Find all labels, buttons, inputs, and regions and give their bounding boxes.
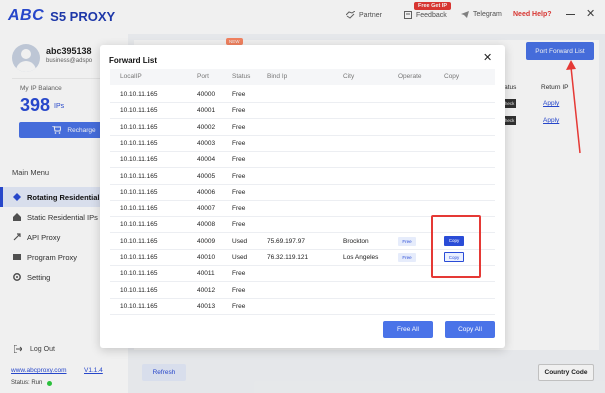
col-status: Status [232, 73, 251, 80]
table-row: 10.10.11.165 40012 Free [110, 283, 495, 299]
copy-all-button[interactable]: Copy All [445, 321, 495, 338]
cell-port: 40011 [197, 270, 215, 278]
table-row: 10.10.11.165 40005 Free [110, 169, 495, 185]
table-row: 10.10.11.165 40006 Free [110, 185, 495, 201]
cell-port: 40001 [197, 107, 216, 115]
cell-port: 40009 [197, 237, 216, 245]
col-city: City [343, 73, 355, 80]
cell-status: Free [232, 139, 246, 147]
cell-city: Brockton [343, 237, 369, 245]
cell-port: 40000 [197, 91, 216, 98]
cell-port: 40005 [197, 172, 216, 180]
free-button[interactable]: Free [398, 236, 416, 246]
cell-localip: 10.10.11.165 [120, 156, 158, 164]
col-localip: LocalIP [120, 73, 142, 80]
cell-port: 40002 [197, 123, 216, 131]
cell-port: 40008 [197, 221, 216, 229]
cell-port: 40006 [197, 188, 216, 196]
cell-status: Free [232, 188, 246, 196]
cell-status: Free [232, 156, 246, 164]
cell-localip: 10.10.11.165 [120, 270, 158, 278]
col-operate: Operate [398, 73, 422, 80]
cell-status: Free [232, 107, 246, 115]
table-row: 10.10.11.165 40001 Free [110, 103, 495, 120]
table-row: 10.10.11.165 40004 Free [110, 152, 495, 169]
cell-localip: 10.10.11.165 [120, 205, 158, 213]
cell-localip: 10.10.11.165 [120, 91, 158, 98]
col-copy: Copy [444, 73, 460, 80]
cell-port: 40007 [197, 205, 216, 213]
modal-title: Forward List [109, 56, 158, 65]
cell-city: Los Angeles [343, 254, 379, 261]
cell-localip: 10.10.11.165 [120, 123, 158, 131]
table-header: LocalIP Port Status Bind Ip City Operate… [110, 69, 495, 85]
col-port: Port [197, 73, 209, 80]
cell-status: Free [232, 123, 246, 131]
table-row: 10.10.11.165 40002 Free [110, 120, 495, 136]
cell-localip: 10.10.11.165 [120, 172, 158, 180]
cell-status: Free [232, 91, 246, 98]
cell-bind-ip: 75.69.197.97 [267, 237, 305, 245]
cell-status: Free [232, 221, 246, 229]
free-all-button[interactable]: Free All [383, 321, 433, 338]
cell-localip: 10.10.11.165 [120, 221, 158, 229]
cell-port: 40010 [197, 254, 216, 261]
cell-bind-ip: 76.32.119.121 [267, 254, 309, 261]
cell-localip: 10.10.11.165 [120, 107, 158, 115]
cell-localip: 10.10.11.165 [120, 188, 158, 196]
cell-status: Used [232, 254, 248, 261]
cell-port: 40003 [197, 139, 216, 147]
cell-port: 40013 [197, 302, 216, 310]
cell-localip: 10.10.11.165 [120, 254, 158, 261]
cell-status: Free [232, 205, 246, 213]
col-bind-ip: Bind Ip [267, 73, 288, 80]
free-button[interactable]: Free [398, 253, 416, 262]
cell-localip: 10.10.11.165 [120, 237, 158, 245]
table-row: 10.10.11.165 40003 Free [110, 136, 495, 152]
highlight-box [431, 215, 481, 278]
cell-status: Free [232, 172, 246, 180]
forward-list-modal: Forward List ✕ LocalIP Port Status Bind … [100, 45, 505, 348]
cell-status: Free [232, 286, 246, 294]
table-row: 10.10.11.165 40013 Free [110, 299, 495, 315]
cell-status: Used [232, 237, 248, 245]
cell-port: 40004 [197, 156, 216, 164]
table-row: 10.10.11.165 40000 Free [110, 87, 495, 103]
cell-localip: 10.10.11.165 [120, 302, 158, 310]
cell-localip: 10.10.11.165 [120, 286, 158, 294]
cell-localip: 10.10.11.165 [120, 139, 158, 147]
cell-status: Free [232, 270, 246, 278]
close-icon[interactable]: ✕ [483, 53, 492, 64]
cell-port: 40012 [197, 286, 216, 294]
cell-status: Free [232, 302, 246, 310]
